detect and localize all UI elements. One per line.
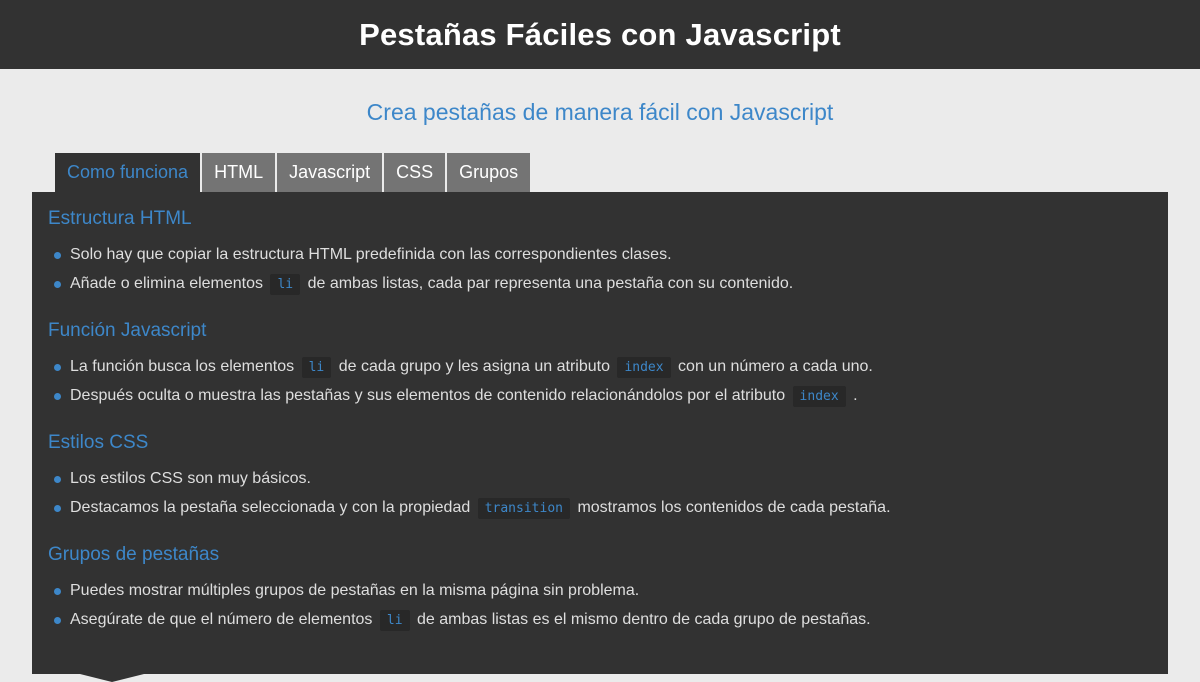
code-snippet: transition — [477, 498, 570, 519]
tab-grupos[interactable]: Grupos — [447, 153, 531, 192]
bullet-icon — [54, 281, 61, 288]
code-snippet: li — [379, 610, 410, 631]
section-title: Función Javascript — [48, 320, 207, 341]
code-snippet: index — [792, 386, 846, 407]
list-item: Destacamos la pestaña seleccionada y con… — [48, 498, 1152, 519]
bullet-icon — [54, 505, 61, 512]
item-text: La función busca los elementos — [70, 358, 295, 375]
section-estilos-css: Estilos CSS Los estilos CSS son muy bási… — [48, 432, 1152, 519]
page-subtitle: Crea pestañas de manera fácil con Javasc… — [366, 99, 834, 125]
list-item: Añade o elimina elementos li de ambas li… — [48, 274, 1152, 295]
item-text: Destacamos la pestaña seleccionada y con… — [70, 499, 471, 516]
list-item: Los estilos CSS son muy básicos. — [48, 469, 1152, 489]
section-title: Estilos CSS — [48, 432, 149, 453]
code-snippet: index — [617, 357, 671, 378]
item-text: de ambas listas, cada par representa una… — [307, 275, 794, 292]
list-item: Solo hay que copiar la estructura HTML p… — [48, 245, 1152, 265]
tab-css[interactable]: CSS — [384, 153, 446, 192]
bullet-icon — [54, 364, 61, 371]
code-snippet: li — [301, 357, 332, 378]
section-grupos-de-pestanas: Grupos de pestañas Puedes mostrar múltip… — [48, 544, 1152, 631]
section-list: La función busca los elementos li de cad… — [48, 357, 1152, 407]
list-item: Puedes mostrar múltiples grupos de pesta… — [48, 581, 1152, 601]
bullet-icon — [54, 252, 61, 259]
item-text: Después oculta o muestra las pestañas y … — [70, 387, 786, 404]
item-text: Añade o elimina elementos — [70, 275, 264, 292]
bullet-icon — [54, 393, 61, 400]
list-item: Asegúrate de que el número de elementos … — [48, 610, 1152, 631]
list-item: La función busca los elementos li de cad… — [48, 357, 1152, 378]
tab-como-funciona[interactable]: Como funciona — [55, 153, 201, 192]
active-tab-pointer — [80, 674, 144, 682]
item-text: . — [853, 387, 858, 404]
item-text: con un número a cada uno. — [678, 358, 873, 375]
section-estructura-html: Estructura HTML Solo hay que copiar la e… — [48, 208, 1152, 295]
item-text: de cada grupo y les asigna un atributo — [338, 358, 610, 375]
item-text: Solo hay que copiar la estructura HTML p… — [70, 246, 672, 263]
list-item: Después oculta o muestra las pestañas y … — [48, 386, 1152, 407]
page-header: Pestañas Fáciles con Javascript — [0, 0, 1200, 69]
tab-bar: Como funciona HTML Javascript CSS Grupos — [55, 153, 532, 192]
bullet-icon — [54, 588, 61, 595]
section-title: Estructura HTML — [48, 208, 192, 229]
tab-javascript[interactable]: Javascript — [277, 153, 383, 192]
tab-html[interactable]: HTML — [202, 153, 276, 192]
section-title: Grupos de pestañas — [48, 544, 220, 565]
bullet-icon — [54, 617, 61, 624]
item-text: Asegúrate de que el número de elementos — [70, 611, 373, 628]
section-funcion-javascript: Función Javascript La función busca los … — [48, 320, 1152, 407]
tab-content-panel: Estructura HTML Solo hay que copiar la e… — [32, 192, 1168, 674]
bullet-icon — [54, 476, 61, 483]
section-list: Los estilos CSS son muy básicos. Destaca… — [48, 469, 1152, 519]
section-list: Solo hay que copiar la estructura HTML p… — [48, 245, 1152, 295]
item-text: Puedes mostrar múltiples grupos de pesta… — [70, 582, 640, 599]
item-text: de ambas listas es el mismo dentro de ca… — [416, 611, 871, 628]
code-snippet: li — [270, 274, 301, 295]
item-text: Los estilos CSS son muy básicos. — [70, 470, 311, 487]
page-title: Pestañas Fáciles con Javascript — [359, 16, 841, 52]
item-text: mostramos los contenidos de cada pestaña… — [577, 499, 891, 516]
section-list: Puedes mostrar múltiples grupos de pesta… — [48, 581, 1152, 631]
